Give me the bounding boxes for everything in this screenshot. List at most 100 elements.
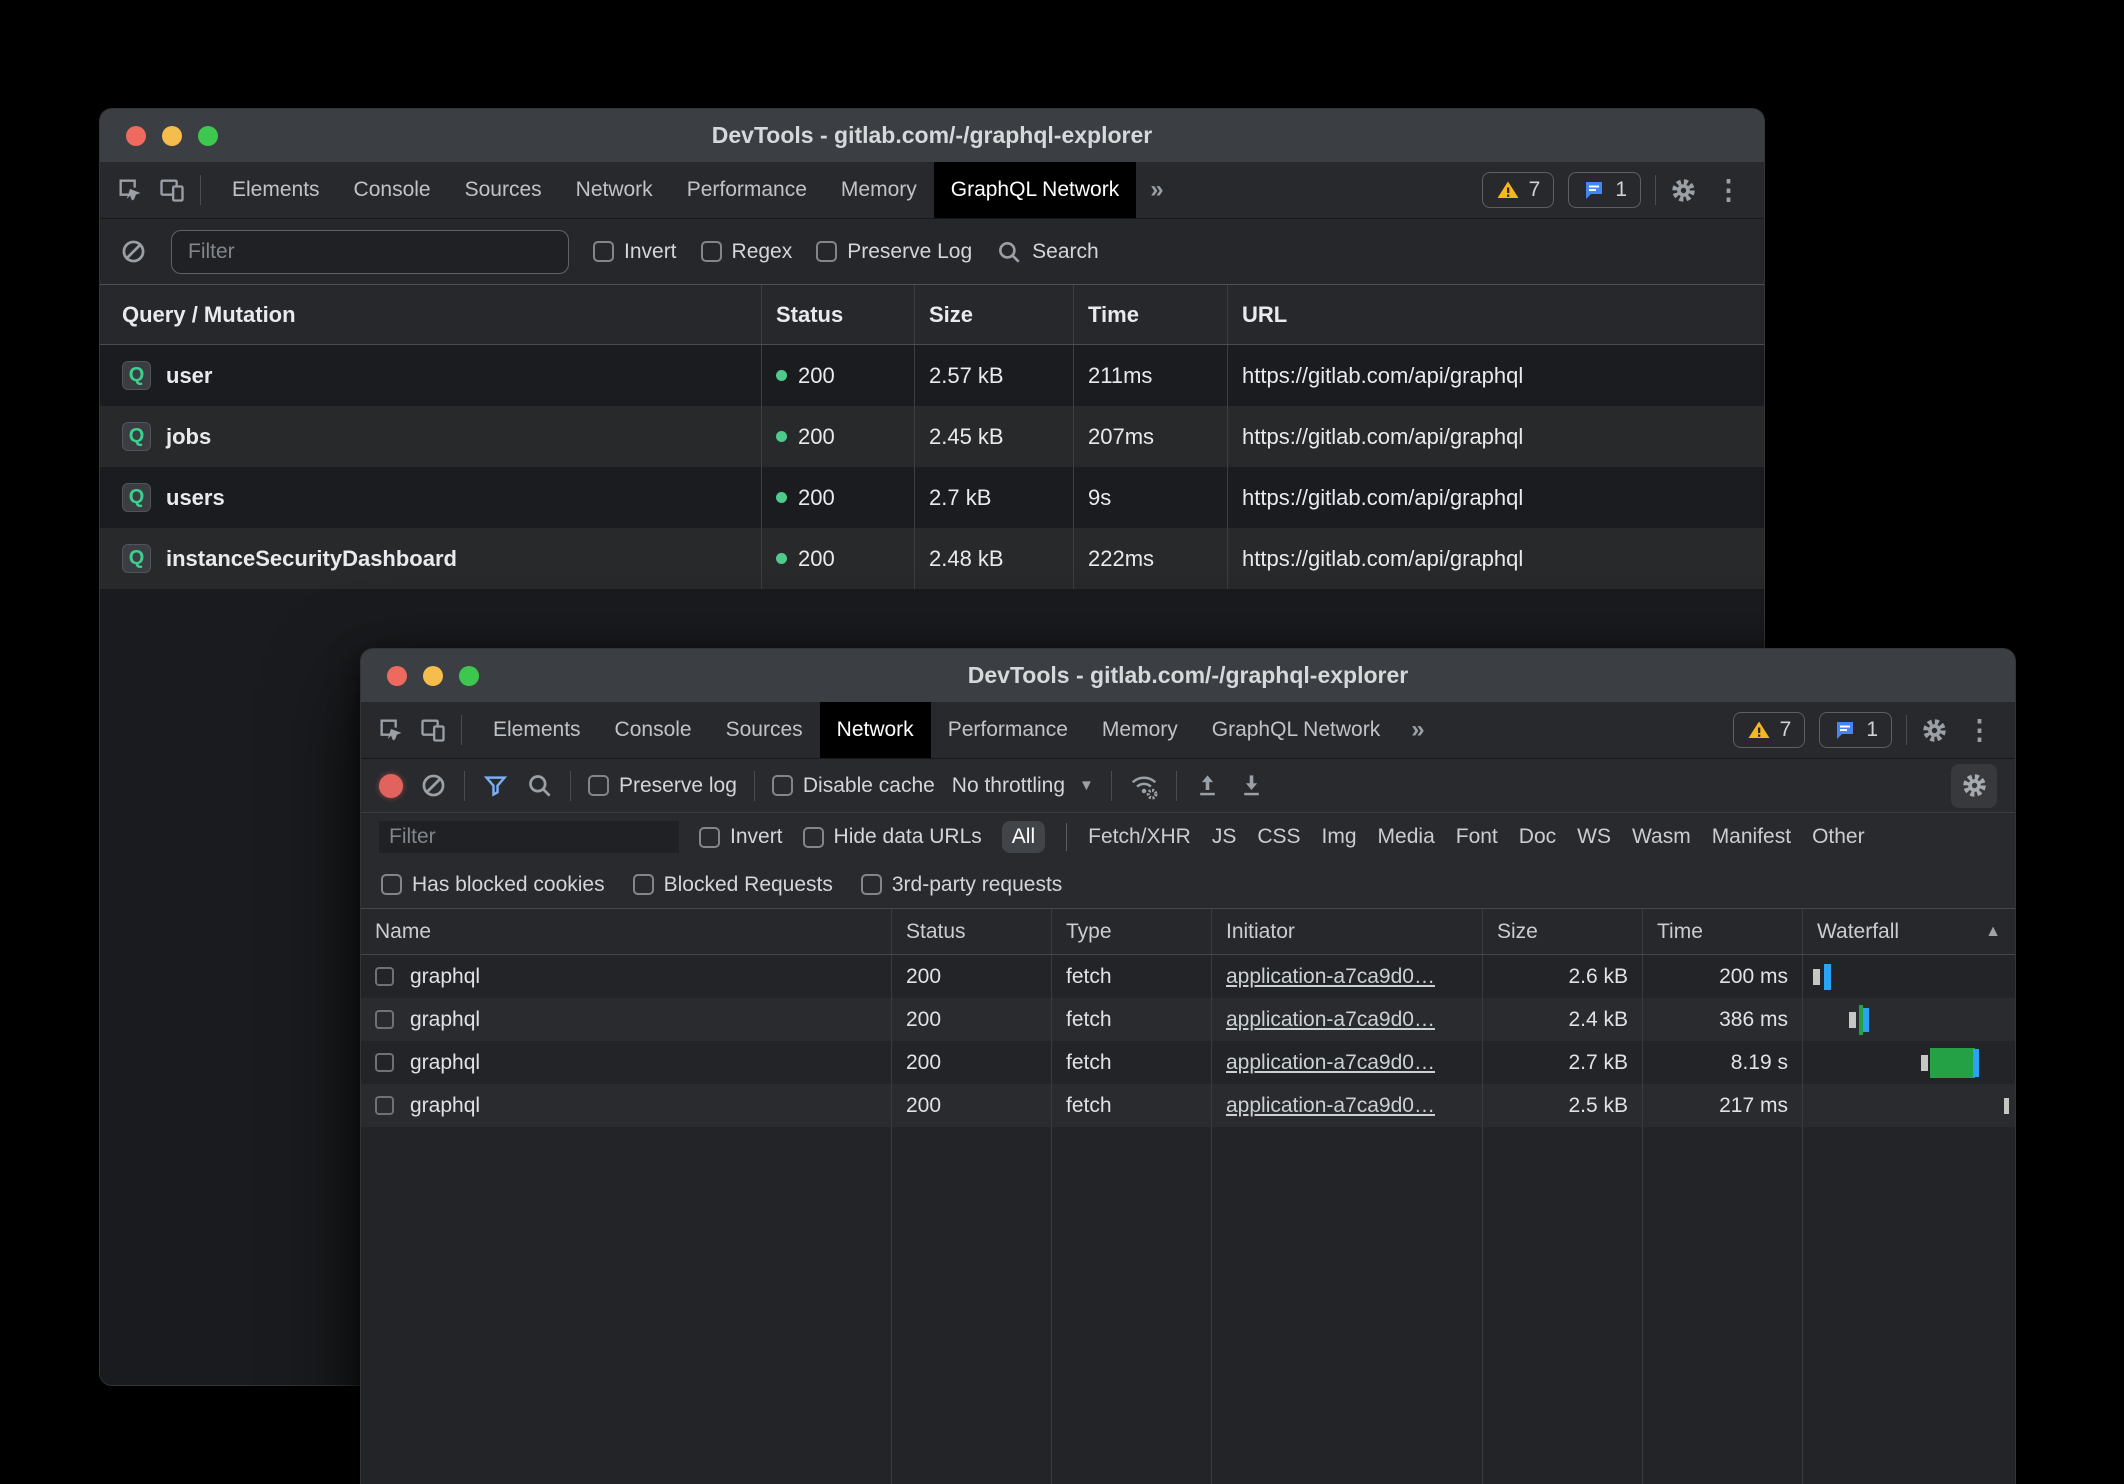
block-icon[interactable]	[120, 238, 147, 265]
preserve-log-checkbox[interactable]: Preserve Log	[816, 240, 972, 264]
type-filter-media[interactable]: Media	[1378, 825, 1435, 849]
checkbox[interactable]	[633, 874, 654, 895]
initiator-link[interactable]: application-a7ca9d0…	[1226, 1094, 1435, 1118]
tab-elements[interactable]: Elements	[215, 162, 337, 218]
row-checkbox[interactable]	[375, 967, 394, 986]
titlebar[interactable]: DevTools - gitlab.com/-/graphql-explorer	[361, 649, 2015, 702]
type-filter-js[interactable]: JS	[1212, 825, 1237, 849]
tab-network[interactable]: Network	[820, 702, 931, 758]
tab-elements[interactable]: Elements	[476, 702, 598, 758]
table-row[interactable]: graphql 200 fetch application-a7ca9d0… 2…	[361, 955, 2015, 998]
type-filter-img[interactable]: Img	[1322, 825, 1357, 849]
invert-checkbox[interactable]: Invert	[593, 240, 677, 264]
table-row[interactable]: Qusers 200 2.7 kB 9s https://gitlab.com/…	[100, 467, 1764, 528]
checkbox[interactable]	[701, 241, 722, 262]
column-header-status[interactable]: Status	[762, 285, 915, 344]
has-blocked-cookies-checkbox[interactable]: Has blocked cookies	[381, 873, 605, 897]
column-header-time[interactable]: Time	[1643, 909, 1803, 954]
row-checkbox[interactable]	[375, 1096, 394, 1115]
blocked-requests-checkbox[interactable]: Blocked Requests	[633, 873, 833, 897]
record-icon[interactable]	[379, 774, 403, 798]
tab-network[interactable]: Network	[559, 162, 670, 218]
tab-graphql-network[interactable]: GraphQL Network	[934, 162, 1136, 218]
search-button[interactable]: Search	[996, 239, 1099, 265]
preserve-log-checkbox[interactable]: Preserve log	[588, 774, 737, 798]
checkbox[interactable]	[699, 827, 720, 848]
table-row[interactable]: Qjobs 200 2.45 kB 207ms https://gitlab.c…	[100, 406, 1764, 467]
type-filter-fetch-xhr[interactable]: Fetch/XHR	[1088, 825, 1191, 849]
initiator-link[interactable]: application-a7ca9d0…	[1226, 1051, 1435, 1075]
throttling-dropdown[interactable]: No throttling	[952, 774, 1094, 798]
column-header-query-mutation[interactable]: Query / Mutation	[100, 285, 762, 344]
clear-icon[interactable]	[420, 772, 447, 799]
filter-funnel-icon[interactable]	[482, 772, 509, 799]
warnings-badge[interactable]: 7	[1482, 172, 1555, 208]
type-filter-other[interactable]: Other	[1812, 825, 1865, 849]
type-filter-ws[interactable]: WS	[1577, 825, 1611, 849]
type-filter-manifest[interactable]: Manifest	[1712, 825, 1791, 849]
initiator-link[interactable]: application-a7ca9d0…	[1226, 965, 1435, 989]
column-header-url[interactable]: URL	[1228, 285, 1764, 344]
column-header-time[interactable]: Time	[1074, 285, 1228, 344]
network-settings-button[interactable]	[1951, 764, 1997, 808]
warnings-badge[interactable]: 7	[1733, 712, 1806, 748]
tab-graphql-network[interactable]: GraphQL Network	[1195, 702, 1397, 758]
tab-sources[interactable]: Sources	[709, 702, 820, 758]
device-toolbar-icon[interactable]	[158, 176, 186, 204]
tab-sources[interactable]: Sources	[448, 162, 559, 218]
third-party-requests-checkbox[interactable]: 3rd-party requests	[861, 873, 1062, 897]
gear-icon[interactable]	[1921, 717, 1948, 744]
regex-checkbox[interactable]: Regex	[701, 240, 793, 264]
table-header[interactable]: Name Status Type Initiator Size Time Wat…	[361, 909, 2015, 955]
column-header-initiator[interactable]: Initiator	[1212, 909, 1483, 954]
search-icon[interactable]	[526, 772, 553, 799]
export-har-icon[interactable]	[1194, 772, 1221, 799]
tab-console[interactable]: Console	[337, 162, 448, 218]
table-header[interactable]: Query / Mutation Status Size Time URL	[100, 285, 1764, 345]
gear-icon[interactable]	[1670, 177, 1697, 204]
type-filter-css[interactable]: CSS	[1257, 825, 1300, 849]
more-tabs-chevron-icon[interactable]	[1397, 702, 1438, 758]
filter-input[interactable]	[171, 230, 569, 274]
checkbox[interactable]	[772, 775, 793, 796]
column-header-size[interactable]: Size	[1483, 909, 1643, 954]
device-toolbar-icon[interactable]	[419, 716, 447, 744]
tab-console[interactable]: Console	[598, 702, 709, 758]
more-tabs-chevron-icon[interactable]	[1136, 162, 1177, 218]
filter-input[interactable]	[379, 821, 679, 853]
row-checkbox[interactable]	[375, 1053, 394, 1072]
titlebar[interactable]: DevTools - gitlab.com/-/graphql-explorer	[100, 109, 1764, 162]
tab-performance[interactable]: Performance	[931, 702, 1085, 758]
checkbox[interactable]	[593, 241, 614, 262]
network-conditions-icon[interactable]	[1129, 771, 1159, 801]
kebab-menu-icon[interactable]	[1711, 175, 1746, 206]
checkbox[interactable]	[588, 775, 609, 796]
column-header-name[interactable]: Name	[361, 909, 892, 954]
type-filter-doc[interactable]: Doc	[1519, 825, 1556, 849]
kebab-menu-icon[interactable]	[1962, 715, 1997, 746]
tab-memory[interactable]: Memory	[824, 162, 934, 218]
inspect-icon[interactable]	[116, 176, 144, 204]
column-header-waterfall[interactable]: Waterfall	[1803, 909, 2015, 954]
column-header-type[interactable]: Type	[1052, 909, 1212, 954]
table-row[interactable]: Quser 200 2.57 kB 211ms https://gitlab.c…	[100, 345, 1764, 406]
checkbox[interactable]	[816, 241, 837, 262]
tab-performance[interactable]: Performance	[670, 162, 824, 218]
table-row[interactable]: graphql 200 fetch application-a7ca9d0… 2…	[361, 1084, 2015, 1127]
import-har-icon[interactable]	[1238, 772, 1265, 799]
invert-checkbox[interactable]: Invert	[699, 825, 783, 849]
inspect-icon[interactable]	[377, 716, 405, 744]
issues-badge[interactable]: 1	[1568, 172, 1641, 208]
tab-memory[interactable]: Memory	[1085, 702, 1195, 758]
checkbox[interactable]	[803, 827, 824, 848]
row-checkbox[interactable]	[375, 1010, 394, 1029]
initiator-link[interactable]: application-a7ca9d0…	[1226, 1008, 1435, 1032]
checkbox[interactable]	[861, 874, 882, 895]
type-filter-all[interactable]: All	[1002, 821, 1045, 853]
column-header-size[interactable]: Size	[915, 285, 1074, 344]
disable-cache-checkbox[interactable]: Disable cache	[772, 774, 935, 798]
column-header-status[interactable]: Status	[892, 909, 1052, 954]
table-row[interactable]: graphql 200 fetch application-a7ca9d0… 2…	[361, 1041, 2015, 1084]
hide-data-urls-checkbox[interactable]: Hide data URLs	[803, 825, 982, 849]
table-row[interactable]: QinstanceSecurityDashboard 200 2.48 kB 2…	[100, 528, 1764, 589]
